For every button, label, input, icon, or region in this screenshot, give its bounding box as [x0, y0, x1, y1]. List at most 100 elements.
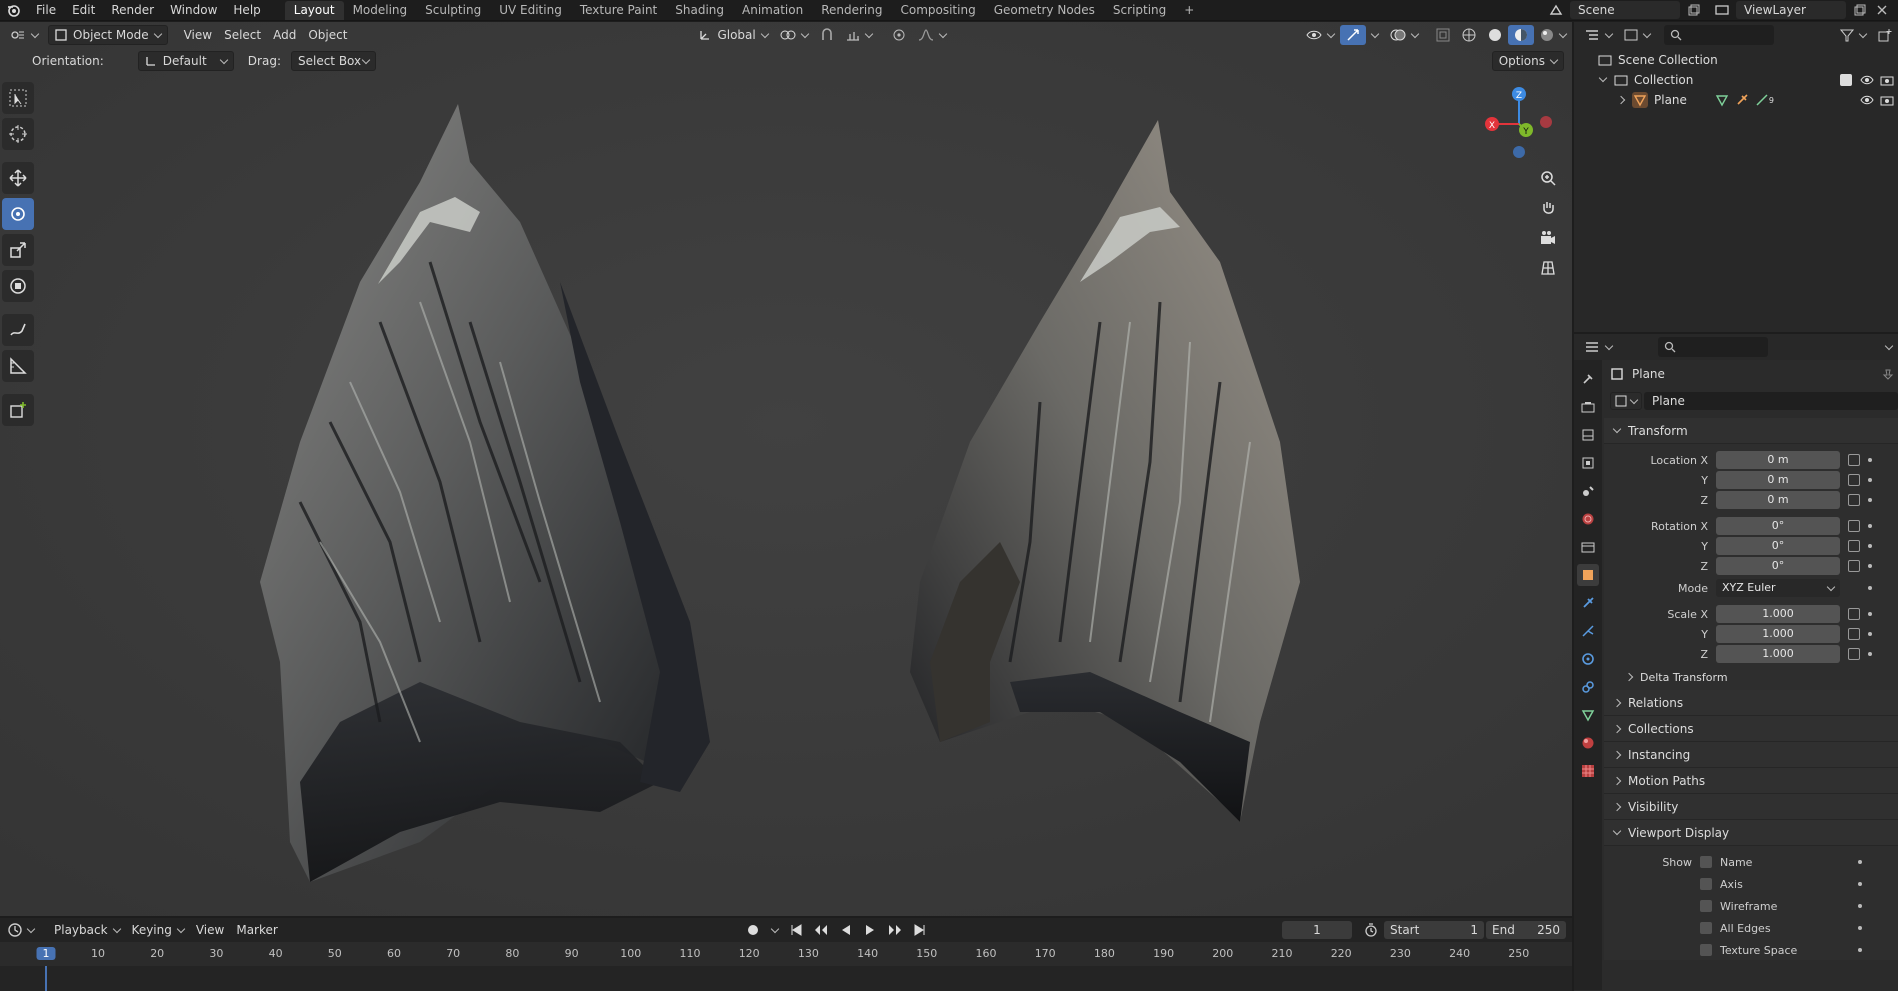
drag-dropdown[interactable]: Select Box: [290, 51, 377, 71]
motion-paths-panel-header[interactable]: Motion Paths: [1604, 768, 1898, 794]
outliner-row-scene-collection[interactable]: Scene Collection: [1574, 50, 1898, 70]
show-all-edges-checkbox[interactable]: [1700, 922, 1712, 934]
data-tab-icon[interactable]: [1577, 704, 1599, 726]
view-layer-tab-icon[interactable]: [1577, 452, 1599, 474]
show-texture-space-checkbox[interactable]: [1700, 944, 1712, 956]
tab-compositing[interactable]: Compositing: [891, 1, 984, 20]
overlays-toggle-icon[interactable]: [1384, 25, 1424, 45]
rotation-z-field[interactable]: 0°: [1716, 557, 1840, 575]
menu-window[interactable]: Window: [162, 0, 225, 21]
snap-target-icon[interactable]: [840, 25, 878, 45]
gizmo-toggle-icon[interactable]: [1340, 25, 1366, 45]
keyframe-dot-icon[interactable]: [1868, 564, 1872, 568]
remove-viewlayer-icon[interactable]: [1874, 2, 1890, 18]
tab-rendering[interactable]: Rendering: [812, 1, 891, 20]
keyframe-dot-icon[interactable]: [1868, 458, 1872, 462]
falloff-icon[interactable]: [912, 25, 952, 45]
lock-icon[interactable]: [1848, 454, 1860, 466]
solid-shading-icon[interactable]: [1482, 25, 1508, 45]
menu-edit[interactable]: Edit: [64, 0, 103, 21]
lock-icon[interactable]: [1848, 520, 1860, 532]
physics-tab-icon[interactable]: [1577, 648, 1599, 670]
scale-y-field[interactable]: 1.000: [1716, 625, 1840, 643]
scale-tool[interactable]: [2, 234, 34, 266]
frame-ruler[interactable]: 1 10 20 30 40 50 60 70 80 90 100 110 120 130 140 150 160…: [0, 942, 1572, 966]
tab-sculpting[interactable]: Sculpting: [416, 1, 490, 20]
tab-animation[interactable]: Animation: [733, 1, 812, 20]
options-dropdown[interactable]: Options: [1491, 51, 1564, 71]
editor-type-button[interactable]: [4, 25, 44, 45]
wireframe-shading-icon[interactable]: [1456, 25, 1482, 45]
end-frame-field[interactable]: End 250: [1486, 921, 1566, 939]
texture-tab-icon[interactable]: [1577, 760, 1599, 782]
lock-icon[interactable]: [1848, 628, 1860, 640]
tab-uv-editing[interactable]: UV Editing: [490, 1, 571, 20]
mode-selector[interactable]: Object Mode: [48, 25, 168, 45]
show-axis-checkbox[interactable]: [1700, 878, 1712, 890]
location-y-field[interactable]: 0 m: [1716, 471, 1840, 489]
tab-texture-paint[interactable]: Texture Paint: [571, 1, 666, 20]
tab-layout[interactable]: Layout: [284, 0, 344, 20]
delta-transform-subpanel[interactable]: Delta Transform: [1604, 664, 1898, 690]
eye-icon[interactable]: [1860, 74, 1874, 86]
instancing-panel-header[interactable]: Instancing: [1604, 742, 1898, 768]
visibility-panel-header[interactable]: Visibility: [1604, 794, 1898, 820]
collection-checkbox[interactable]: [1840, 74, 1852, 86]
tab-modeling[interactable]: Modeling: [344, 1, 417, 20]
keyframe-dot-icon[interactable]: [1858, 904, 1862, 908]
rotation-mode-dropdown[interactable]: XYZ Euler: [1716, 579, 1840, 597]
keyframe-dot-icon[interactable]: [1868, 612, 1872, 616]
blender-logo-icon[interactable]: [6, 2, 22, 18]
keyframe-dot-icon[interactable]: [1858, 860, 1862, 864]
pan-hand-icon[interactable]: [1535, 195, 1561, 221]
outliner-editor-type-icon[interactable]: [1578, 25, 1618, 45]
object-name-field[interactable]: Plane: [1644, 392, 1898, 410]
zoom-icon[interactable]: [1535, 165, 1561, 191]
start-frame-field[interactable]: Start 1: [1384, 921, 1484, 939]
show-wireframe-checkbox[interactable]: [1700, 900, 1712, 912]
axis-gizmo-icon[interactable]: Z X Y: [1474, 82, 1564, 162]
lock-icon[interactable]: [1848, 494, 1860, 506]
measure-tool[interactable]: [2, 350, 34, 382]
add-cube-tool[interactable]: [2, 394, 34, 426]
menu-file[interactable]: File: [28, 0, 64, 21]
tab-shading[interactable]: Shading: [666, 1, 733, 20]
modifier-tab-icon[interactable]: [1577, 592, 1599, 614]
lock-icon[interactable]: [1848, 648, 1860, 660]
keyframe-dot-icon[interactable]: [1868, 524, 1872, 528]
cursor-tool[interactable]: [2, 118, 34, 150]
move-tool[interactable]: [2, 162, 34, 194]
tab-scripting[interactable]: Scripting: [1104, 1, 1175, 20]
transform-orientation-dropdown[interactable]: Global: [693, 25, 773, 45]
new-viewlayer-icon[interactable]: [1852, 2, 1868, 18]
render-camera-icon[interactable]: [1880, 94, 1894, 106]
expand-arrow-icon[interactable]: [1598, 73, 1608, 83]
scene-selector[interactable]: Scene: [1570, 1, 1680, 19]
record-keyframe-icon[interactable]: [740, 920, 766, 940]
expand-arrow-icon[interactable]: [1616, 95, 1626, 105]
keyframe-dot-icon[interactable]: [1858, 926, 1862, 930]
autokey-options-icon[interactable]: [766, 920, 784, 940]
material-preview-icon[interactable]: [1508, 25, 1534, 45]
perspective-grid-icon[interactable]: [1535, 255, 1561, 281]
camera-view-icon[interactable]: [1535, 225, 1561, 251]
location-z-field[interactable]: 0 m: [1716, 491, 1840, 509]
display-mode-icon[interactable]: [1618, 25, 1656, 45]
keyframe-dot-icon[interactable]: [1858, 948, 1862, 952]
menu-keying[interactable]: Keying: [126, 920, 190, 940]
transform-panel-header[interactable]: Transform: [1604, 418, 1898, 444]
particles-icon[interactable]: [1755, 93, 1769, 107]
rotation-x-field[interactable]: 0°: [1716, 517, 1840, 535]
scale-z-field[interactable]: 1.000: [1716, 645, 1840, 663]
rotation-y-field[interactable]: 0°: [1716, 537, 1840, 555]
render-camera-icon[interactable]: [1880, 74, 1894, 86]
tab-geometry-nodes[interactable]: Geometry Nodes: [985, 1, 1104, 20]
modifier-wrench-icon[interactable]: [1735, 93, 1749, 107]
jump-start-icon[interactable]: [784, 920, 808, 940]
jump-keyframe-back-icon[interactable]: [808, 920, 834, 940]
mesh-data-icon[interactable]: [1715, 93, 1729, 107]
scene-tab-icon[interactable]: [1577, 480, 1599, 502]
jump-end-icon[interactable]: [908, 920, 932, 940]
keyframe-dot-icon[interactable]: [1868, 586, 1872, 590]
pivot-point-icon[interactable]: [774, 25, 814, 45]
